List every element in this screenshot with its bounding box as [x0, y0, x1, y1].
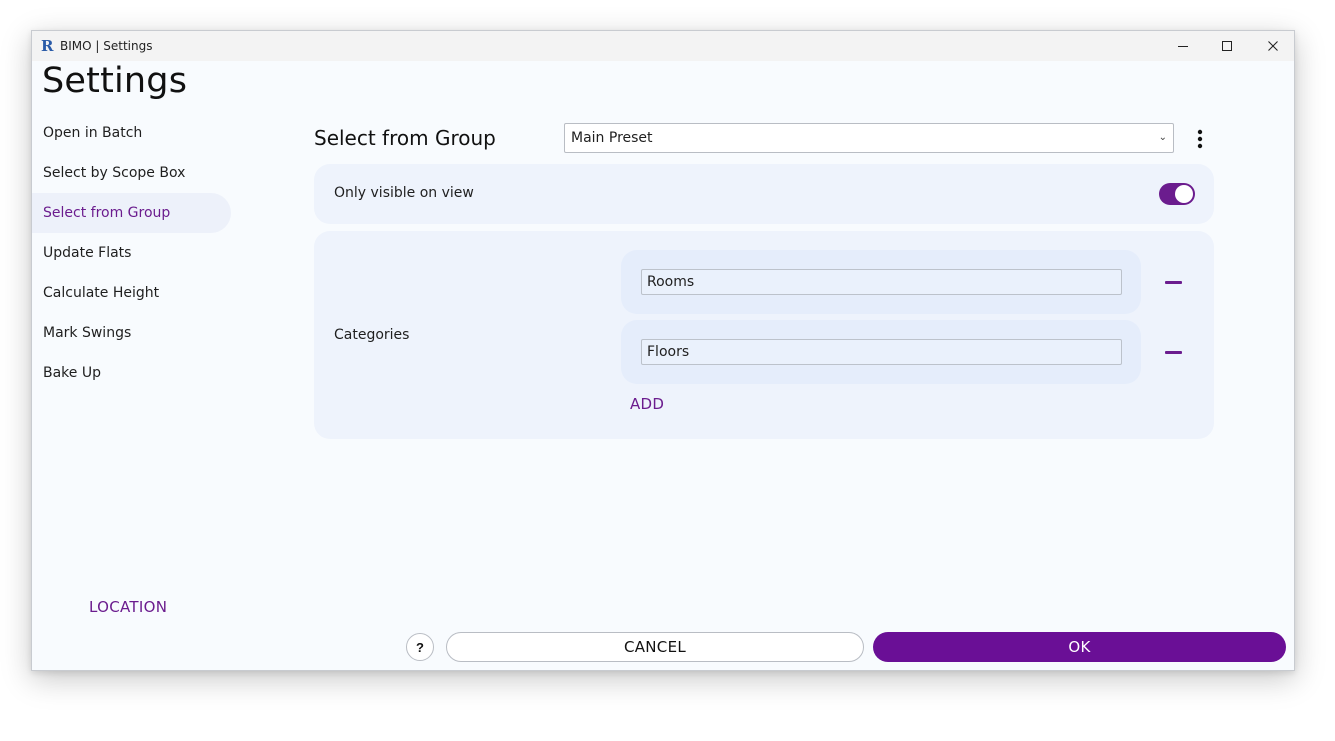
categories-card: Categories Rooms Floors ADD: [314, 231, 1214, 439]
sidebar-item-update-flats[interactable]: Update Flats: [32, 233, 231, 273]
cancel-button[interactable]: CANCEL: [446, 632, 864, 662]
close-icon: [1268, 41, 1278, 51]
minus-icon: [1164, 280, 1182, 284]
add-category-button[interactable]: ADD: [630, 395, 664, 413]
location-link[interactable]: LOCATION: [89, 598, 167, 616]
sidebar-item-label: Bake Up: [43, 365, 101, 381]
page-title: Settings: [42, 61, 188, 101]
remove-category-button[interactable]: [1159, 338, 1187, 366]
sidebar-item-mark-swings[interactable]: Mark Swings: [32, 313, 231, 353]
sidebar-item-open-in-batch[interactable]: Open in Batch: [32, 113, 231, 153]
sidebar-item-bake-up[interactable]: Bake Up: [32, 353, 231, 393]
sidebar-item-label: Mark Swings: [43, 325, 132, 341]
window-title: BIMO | Settings: [60, 39, 153, 53]
only-visible-toggle[interactable]: [1159, 183, 1195, 205]
sidebar-item-label: Select by Scope Box: [43, 165, 186, 181]
sidebar-item-calculate-height[interactable]: Calculate Height: [32, 273, 231, 313]
sidebar-item-label: Update Flats: [43, 245, 132, 261]
maximize-button[interactable]: [1204, 31, 1250, 61]
only-visible-card: Only visible on view: [314, 164, 1214, 224]
minimize-icon: [1178, 46, 1188, 47]
only-visible-label: Only visible on view: [334, 185, 474, 201]
sidebar-item-select-from-group[interactable]: Select from Group: [32, 193, 231, 233]
category-row: Rooms: [621, 250, 1141, 314]
sidebar-item-select-by-scope-box[interactable]: Select by Scope Box: [32, 153, 231, 193]
section-title: Select from Group: [314, 126, 496, 150]
title-bar[interactable]: R BIMO | Settings: [32, 31, 1294, 61]
minimize-button[interactable]: [1160, 31, 1206, 61]
category-row: Floors: [621, 320, 1141, 384]
settings-window: R BIMO | Settings Settings Open in Batch…: [31, 30, 1295, 671]
category-input[interactable]: Floors: [641, 339, 1122, 365]
toggle-knob: [1175, 185, 1193, 203]
categories-label: Categories: [334, 327, 410, 343]
remove-category-button[interactable]: [1159, 268, 1187, 296]
chevron-down-icon: ⌄: [1158, 132, 1167, 143]
help-button[interactable]: ?: [406, 633, 434, 661]
sidebar-item-label: Select from Group: [43, 205, 171, 221]
more-options-button[interactable]: [1190, 127, 1210, 151]
category-input[interactable]: Rooms: [641, 269, 1122, 295]
minus-icon: [1164, 350, 1182, 354]
more-vertical-icon: [1197, 129, 1203, 149]
preset-selected-value: Main Preset: [571, 130, 653, 146]
preset-dropdown[interactable]: Main Preset ⌄: [564, 123, 1174, 153]
sidebar-item-label: Calculate Height: [43, 285, 160, 301]
close-button[interactable]: [1250, 31, 1294, 61]
revit-logo-icon: R: [41, 37, 54, 55]
ok-button[interactable]: OK: [873, 632, 1286, 662]
maximize-icon: [1222, 41, 1232, 51]
sidebar-item-label: Open in Batch: [43, 125, 143, 141]
